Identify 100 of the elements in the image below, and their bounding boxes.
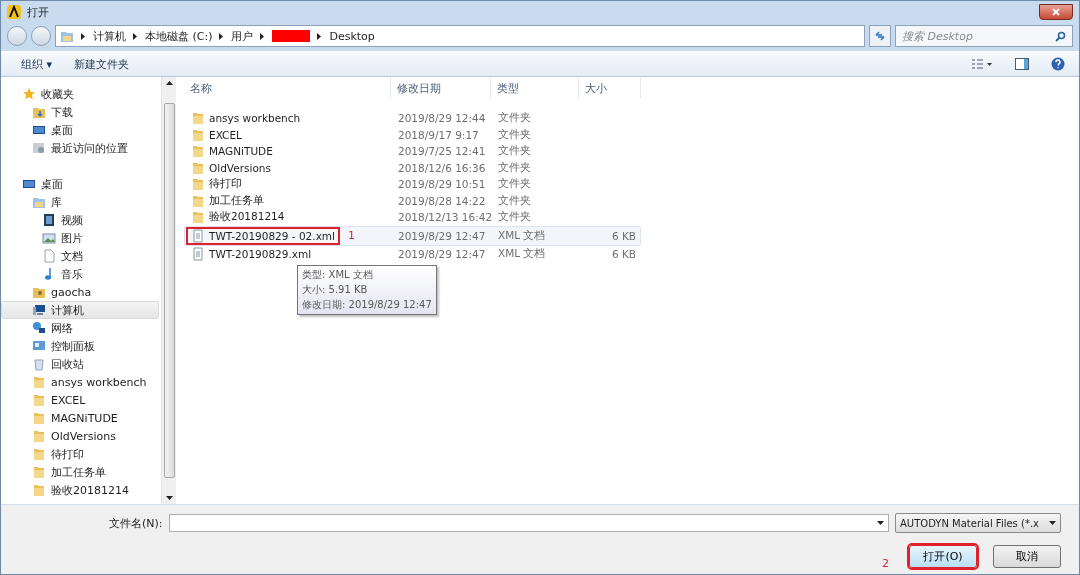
file-row[interactable]: 待打印 2019/8/29 10:51 文件夹 xyxy=(184,176,641,193)
forward-button[interactable] xyxy=(31,26,51,46)
callout-number: 1 xyxy=(348,229,355,242)
monitor-icon xyxy=(22,177,36,191)
file-type: 文件夹 xyxy=(497,127,532,142)
scrollbar[interactable] xyxy=(161,77,176,504)
folder-icon xyxy=(32,447,46,461)
sidebar-item[interactable]: 收藏夹 xyxy=(1,85,159,103)
app-logo-icon xyxy=(7,5,21,19)
sidebar-item[interactable]: OldVersions xyxy=(1,427,159,445)
chevron-right-icon xyxy=(316,32,324,40)
folder-icon xyxy=(32,465,46,479)
file-type: 文件夹 xyxy=(497,144,532,159)
recycle-bin-icon xyxy=(32,357,46,371)
help-icon[interactable] xyxy=(1051,57,1065,71)
breadcrumb[interactable]: 计算机 xyxy=(93,28,126,44)
file-size: 6 KB xyxy=(610,247,637,260)
image-icon xyxy=(42,231,56,245)
view-options-icon[interactable] xyxy=(971,58,993,70)
file-row[interactable]: 加工任务单 2019/8/28 14:22 文件夹 xyxy=(184,192,641,209)
sidebar-item[interactable]: 桌面 xyxy=(1,121,159,139)
file-date: 2018/12/13 16:42 xyxy=(397,211,492,224)
monitor-icon xyxy=(32,123,46,137)
sidebar-item[interactable]: 计算机 xyxy=(1,301,159,319)
file-row[interactable]: MAGNiTUDE 2019/7/25 12:41 文件夹 xyxy=(184,143,641,160)
file-name: EXCEL xyxy=(209,128,242,141)
scroll-up-icon xyxy=(165,79,173,87)
file-date: 2019/8/29 12:44 xyxy=(397,112,487,125)
cancel-button[interactable]: 取消 xyxy=(993,545,1061,568)
folder-icon xyxy=(191,160,205,175)
film-icon xyxy=(42,213,56,227)
file-row[interactable]: EXCEL 2018/9/17 9:17 文件夹 xyxy=(184,126,641,143)
column-header[interactable]: 修改日期 xyxy=(391,77,491,99)
sidebar-item[interactable]: 控制面板 xyxy=(1,337,159,355)
folder-icon xyxy=(32,483,46,497)
sidebar-item[interactable]: 最近访问的位置 xyxy=(1,139,159,157)
file-type: 文件夹 xyxy=(497,177,532,192)
window-title: 打开 xyxy=(27,4,49,20)
organize-menu[interactable]: 组织 ▾ xyxy=(21,54,53,74)
file-row[interactable]: OldVersions 2018/12/6 16:36 文件夹 xyxy=(184,159,641,176)
chevron-right-icon xyxy=(218,32,226,40)
sidebar-item[interactable]: 桌面 xyxy=(1,175,159,193)
file-row[interactable]: TWT-20190829 - 02.xml 1 2019/8/29 12:47 XML 文档 6 KB xyxy=(184,225,641,246)
folder-icon xyxy=(191,177,205,192)
file-name: MAGNiTUDE xyxy=(209,145,273,158)
folder-icon xyxy=(191,193,205,208)
column-header[interactable]: 类型 xyxy=(491,77,579,99)
file-size: 6 KB xyxy=(610,229,637,242)
file-row[interactable]: TWT-20190829.xml 2019/8/29 12:47 XML 文档 6 KB xyxy=(184,245,641,262)
sidebar-item[interactable]: 验收20181214 xyxy=(1,481,159,499)
sidebar-item[interactable]: 视频 xyxy=(1,211,159,229)
file-type: XML 文档 xyxy=(497,228,547,243)
file-name: OldVersions xyxy=(209,161,271,174)
folder-icon xyxy=(191,111,205,126)
sidebar-item[interactable]: ansys workbench xyxy=(1,373,159,391)
file-name: 待打印 xyxy=(209,177,242,192)
column-header[interactable]: 名称 xyxy=(184,77,391,99)
sidebar-item[interactable]: gaocha xyxy=(1,283,159,301)
column-header[interactable]: 大小 xyxy=(579,77,641,99)
file-date: 2019/8/29 12:47 xyxy=(397,247,487,260)
scroll-down-icon xyxy=(165,494,173,502)
sidebar-item[interactable]: 网络 xyxy=(1,319,159,337)
breadcrumb[interactable]: Desktop xyxy=(329,29,375,43)
file-row[interactable]: 验收20181214 2018/12/13 16:42 文件夹 xyxy=(184,209,641,226)
sidebar-item[interactable]: 库 xyxy=(1,193,159,211)
sidebar-item[interactable]: MAGNiTUDE xyxy=(1,409,159,427)
open-button[interactable]: 打开(O) xyxy=(909,545,977,568)
sidebar-item[interactable]: 下载 xyxy=(1,103,159,121)
file-name: ansys workbench xyxy=(209,112,301,125)
sidebar-item[interactable]: 音乐 xyxy=(1,265,159,283)
address-bar[interactable]: 计算机 本地磁盘 (C:) 用户 Desktop xyxy=(55,25,865,47)
file-date: 2019/8/29 12:47 xyxy=(397,229,487,242)
file-type-dropdown[interactable]: AUTODYN Material Files (*.x xyxy=(895,513,1061,533)
tooltip-line: 大小: 5.91 KB xyxy=(302,283,369,297)
close-button[interactable] xyxy=(1039,4,1073,20)
sidebar-item[interactable]: 待打印 xyxy=(1,445,159,463)
folder-icon xyxy=(32,375,46,389)
file-name: 加工任务单 xyxy=(209,193,264,208)
breadcrumb[interactable]: 本地磁盘 (C:) xyxy=(145,28,213,44)
sidebar-item[interactable]: 图片 xyxy=(1,229,159,247)
sidebar-item[interactable]: 回收站 xyxy=(1,355,159,373)
file-type: 文件夹 xyxy=(497,111,532,126)
document-icon xyxy=(191,246,205,261)
file-name-field[interactable] xyxy=(168,514,889,532)
sidebar-item[interactable]: 加工任务单 xyxy=(1,463,159,481)
control-panel-icon xyxy=(32,339,46,353)
chevron-right-icon xyxy=(132,32,139,40)
new-folder-button[interactable]: 新建文件夹 xyxy=(74,54,130,74)
refresh-button[interactable] xyxy=(869,25,891,47)
sidebar-item[interactable]: EXCEL xyxy=(1,391,159,409)
sidebar-item[interactable]: 文档 xyxy=(1,247,159,265)
preview-pane-icon[interactable] xyxy=(1015,58,1029,70)
breadcrumb[interactable]: 用户 xyxy=(231,28,254,44)
file-row[interactable]: ansys workbench 2019/8/29 12:44 文件夹 xyxy=(184,110,641,127)
network-icon xyxy=(32,321,46,335)
back-button[interactable] xyxy=(7,26,27,46)
file-date: 2019/7/25 12:41 xyxy=(397,145,487,158)
file-name: 验收20181214 xyxy=(209,210,285,225)
file-type: 文件夹 xyxy=(497,193,532,208)
chevron-right-icon xyxy=(80,32,87,40)
